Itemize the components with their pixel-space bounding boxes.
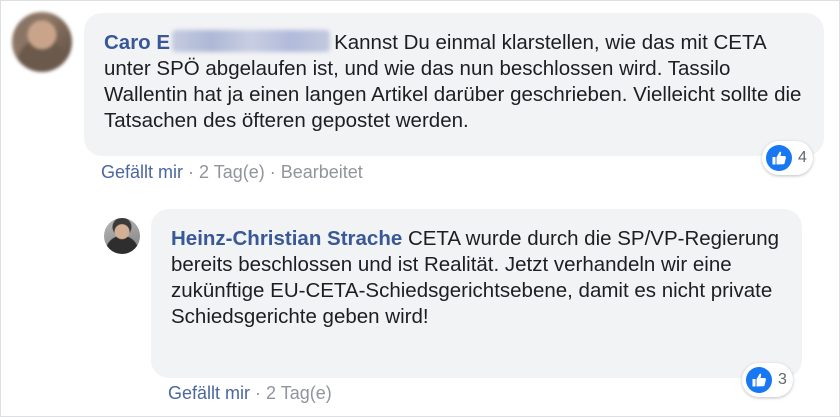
edited-label[interactable]: Bearbeitet: [281, 162, 363, 182]
comment-author[interactable]: Heinz-Christian Strache: [171, 227, 402, 250]
like-icon: [746, 367, 772, 393]
reaction-count: 4: [798, 149, 807, 166]
reaction-badge[interactable]: 3: [742, 363, 793, 397]
like-link[interactable]: Gefällt mir: [101, 162, 183, 182]
comment-author[interactable]: Caro E: [104, 31, 170, 54]
comment-timestamp[interactable]: 2 Tag(e): [266, 383, 332, 403]
reaction-count: 3: [778, 371, 787, 388]
reaction-badge[interactable]: 4: [762, 141, 813, 175]
comment-timestamp[interactable]: 2 Tag(e): [199, 162, 265, 182]
separator: ·: [255, 383, 262, 403]
reply-bubble: Heinz-Christian Strache CETA wurde durch…: [151, 209, 802, 378]
avatar[interactable]: [12, 12, 72, 72]
like-icon: [766, 145, 792, 171]
blurred-author-surname: [172, 30, 331, 52]
avatar[interactable]: [104, 218, 140, 254]
comment-actions: Gefällt mir · 2 Tag(e) · Bearbeitet: [101, 162, 363, 183]
separator: ·: [188, 162, 195, 182]
comment-actions: Gefällt mir · 2 Tag(e): [168, 383, 332, 404]
separator: ·: [269, 162, 276, 182]
like-link[interactable]: Gefällt mir: [168, 383, 250, 403]
comment-bubble: Caro E Kannst Du einmal klarstellen, wie …: [84, 13, 824, 156]
comment-thread: Caro E Kannst Du einmal klarstellen, wie …: [0, 0, 840, 417]
